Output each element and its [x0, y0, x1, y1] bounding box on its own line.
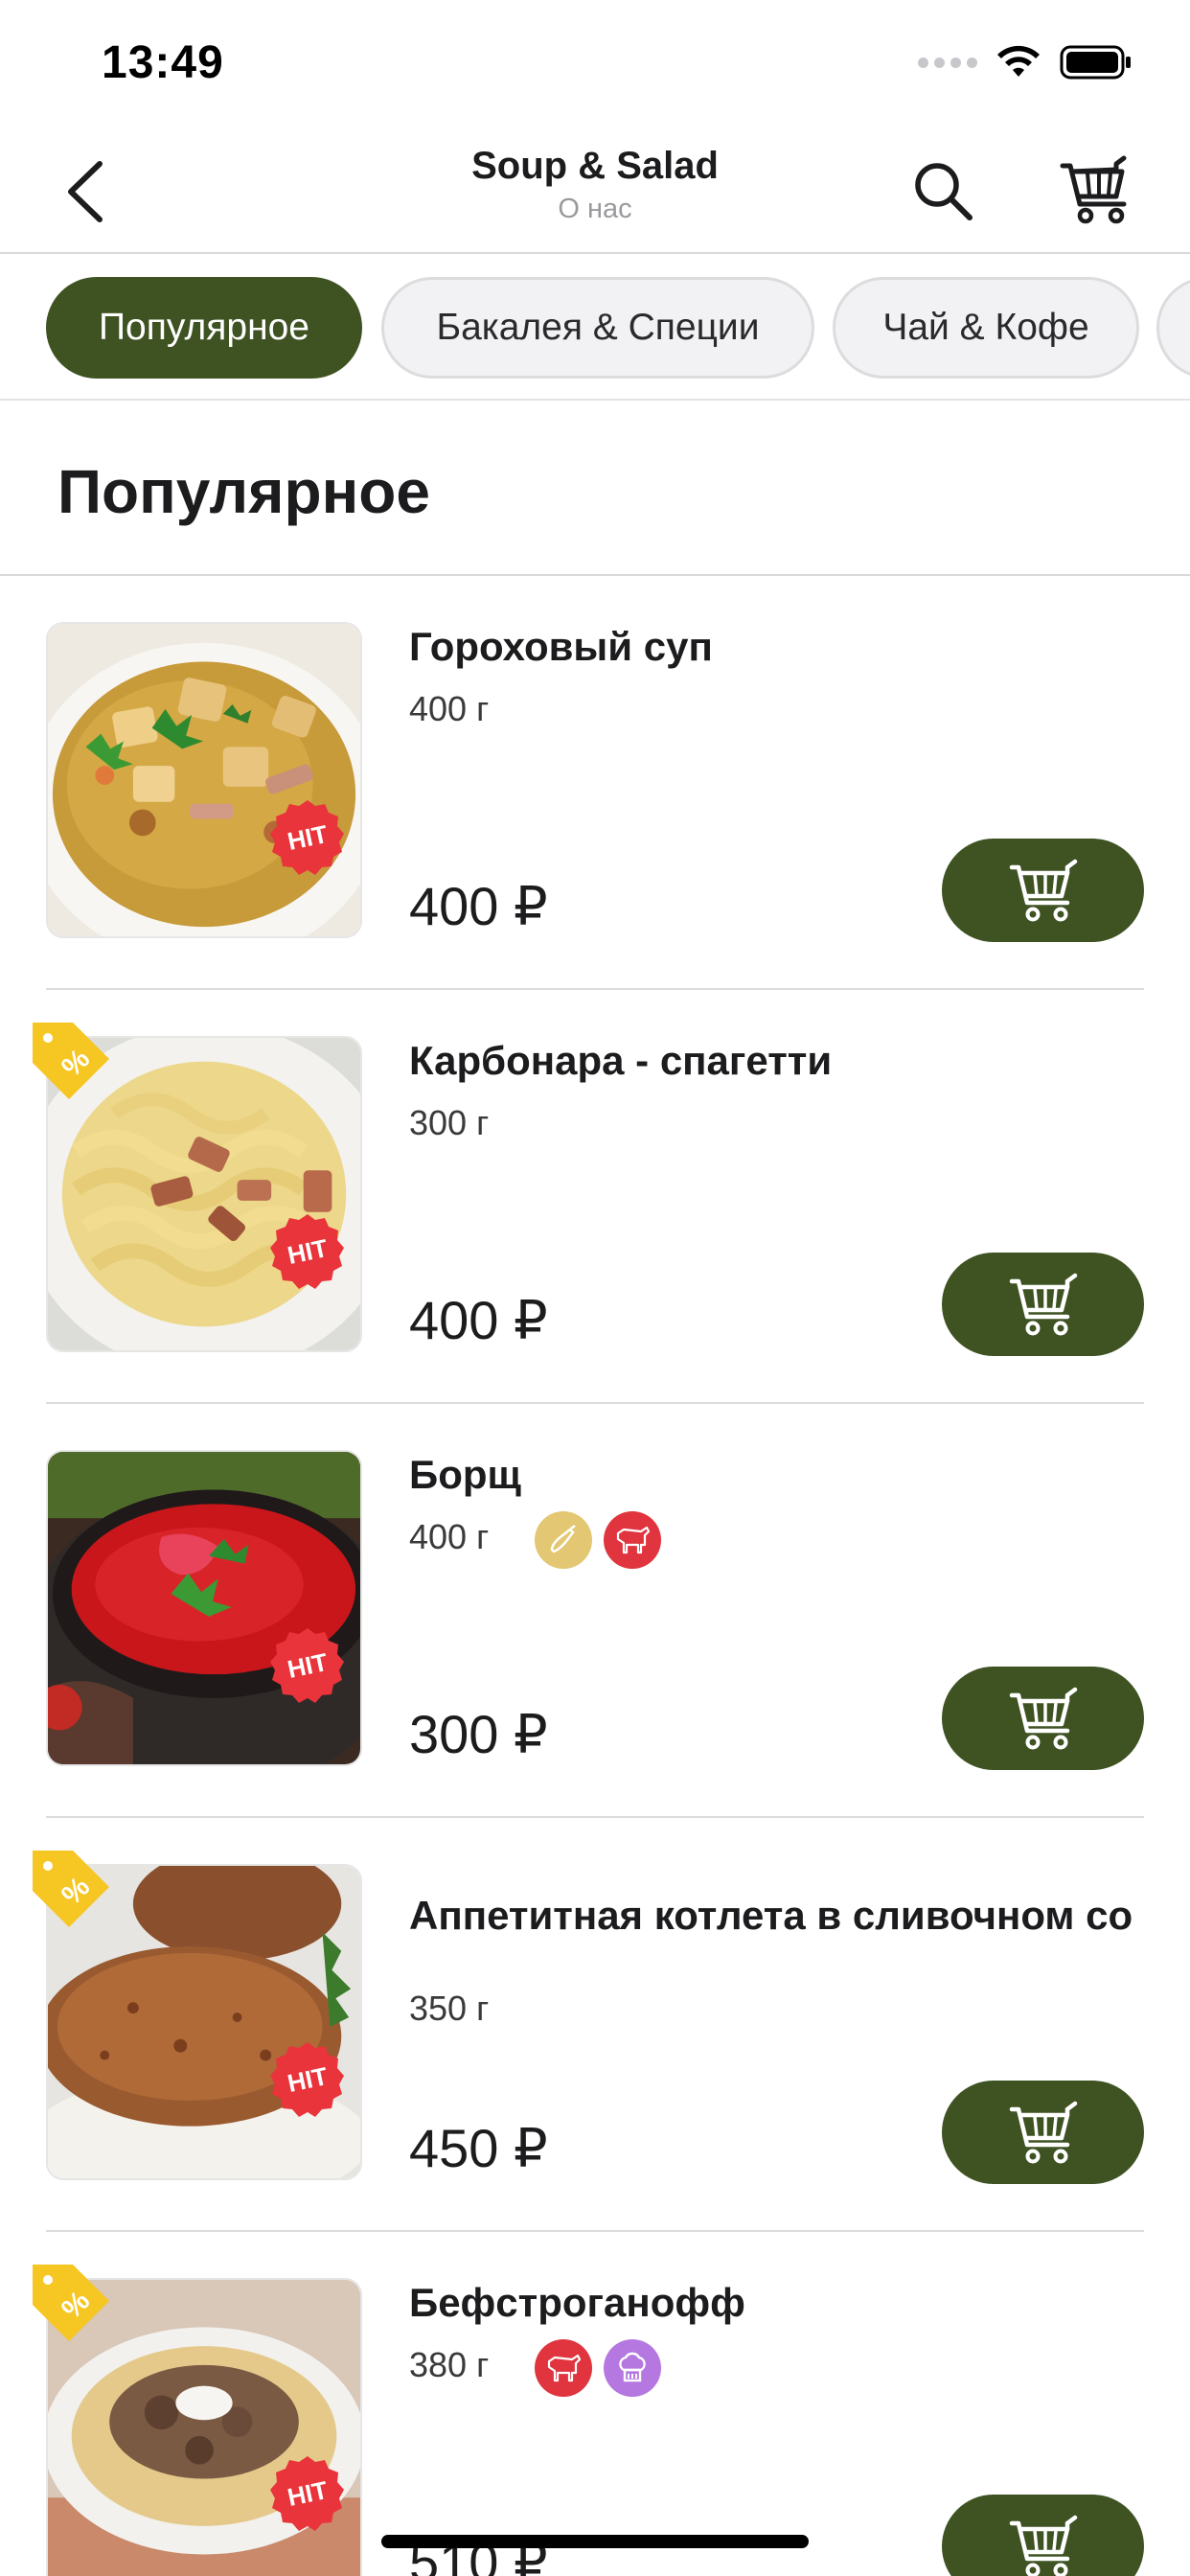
cart-icon — [1009, 2101, 1077, 2164]
status-bar: 13:49 — [0, 0, 1190, 129]
category-chip-tea-coffee[interactable]: Чай & Кофе — [833, 277, 1139, 379]
product-name: Гороховый суп — [409, 624, 713, 669]
product-price: 450 ₽ — [409, 2118, 548, 2178]
product-price: 300 ₽ — [409, 1704, 548, 1764]
home-indicator[interactable] — [381, 2535, 809, 2548]
product-image[interactable] — [46, 622, 362, 938]
section-header: Популярное — [0, 401, 1190, 576]
product-weight: 380 г — [409, 2345, 490, 2384]
status-icons — [918, 44, 1133, 80]
category-chip-popular[interactable]: Популярное — [46, 277, 362, 379]
chili-pepper-icon — [535, 1511, 592, 1569]
product-price: 400 ₽ — [409, 876, 548, 936]
cart-button[interactable] — [1059, 154, 1135, 225]
page-title: Soup & Salad — [471, 145, 719, 187]
category-chip-grocery-spices[interactable]: Бакалея & Специи — [381, 277, 814, 379]
hit-badge: HIT — [270, 2456, 344, 2531]
chef-hat-icon — [604, 2339, 661, 2397]
category-chip-next[interactable] — [1156, 277, 1190, 379]
add-to-cart-button[interactable] — [942, 1253, 1144, 1356]
add-to-cart-button[interactable] — [942, 1667, 1144, 1770]
section-title: Популярное — [57, 457, 430, 526]
status-time: 13:49 — [102, 37, 224, 88]
signal-icon — [918, 57, 977, 68]
wifi-icon — [997, 45, 1040, 77]
add-to-cart-button[interactable] — [942, 2081, 1144, 2184]
category-tabs: Популярное Бакалея & Специи Чай & Кофе — [0, 254, 1190, 401]
product-card[interactable]: HIT Гороховый суп 400 г 400 ₽ — [0, 576, 1190, 990]
discount-tag-icon: % — [33, 1851, 109, 1927]
attribute-icons — [535, 1511, 661, 1569]
product-weight: 300 г — [409, 1103, 490, 1142]
beef-icon — [604, 1511, 661, 1569]
battery-icon — [1060, 45, 1131, 80]
product-card[interactable]: % HIT Бефстроганофф 380 г 510 ₽ — [0, 2232, 1190, 2576]
product-price: 400 ₽ — [409, 1290, 548, 1350]
cart-icon — [1060, 155, 1127, 224]
beef-icon — [535, 2339, 592, 2397]
hit-badge: HIT — [270, 800, 344, 875]
product-card[interactable]: % HIT Аппетитная котлета в сливочном со … — [0, 1818, 1190, 2232]
product-name: Борщ — [409, 1452, 521, 1497]
nav-bar: Soup & Salad О нас — [0, 129, 1190, 254]
product-weight: 350 г — [409, 1989, 490, 2028]
about-link[interactable]: О нас — [0, 194, 1190, 225]
hit-badge: HIT — [270, 1214, 344, 1289]
cart-icon — [1009, 1687, 1077, 1750]
product-card[interactable]: % HIT Карбонара - спагетти 300 г 400 ₽ — [0, 990, 1190, 1404]
discount-tag-icon: % — [33, 2265, 109, 2341]
product-name: Карбонара - спагетти — [409, 1038, 833, 1083]
search-button[interactable] — [910, 158, 977, 225]
product-name: Бефстроганофф — [409, 2280, 745, 2325]
nav-title-block: Soup & Salad О нас — [0, 145, 1190, 225]
attribute-icons — [535, 2339, 661, 2397]
product-name: Аппетитная котлета в сливочном со — [409, 1893, 1133, 1938]
search-icon — [915, 163, 973, 220]
add-to-cart-button[interactable] — [942, 839, 1144, 942]
cart-icon — [1009, 859, 1077, 922]
hit-badge: HIT — [270, 1628, 344, 1703]
discount-tag-icon: % — [33, 1023, 109, 1099]
product-weight: 400 г — [409, 689, 490, 728]
product-weight: 400 г — [409, 1517, 490, 1556]
product-image[interactable] — [46, 1450, 362, 1766]
hit-badge: HIT — [270, 2042, 344, 2117]
cart-icon — [1009, 2515, 1077, 2576]
add-to-cart-button[interactable] — [942, 2495, 1144, 2576]
cart-icon — [1009, 1273, 1077, 1336]
product-card[interactable]: HIT Борщ 400 г 300 ₽ — [0, 1404, 1190, 1818]
